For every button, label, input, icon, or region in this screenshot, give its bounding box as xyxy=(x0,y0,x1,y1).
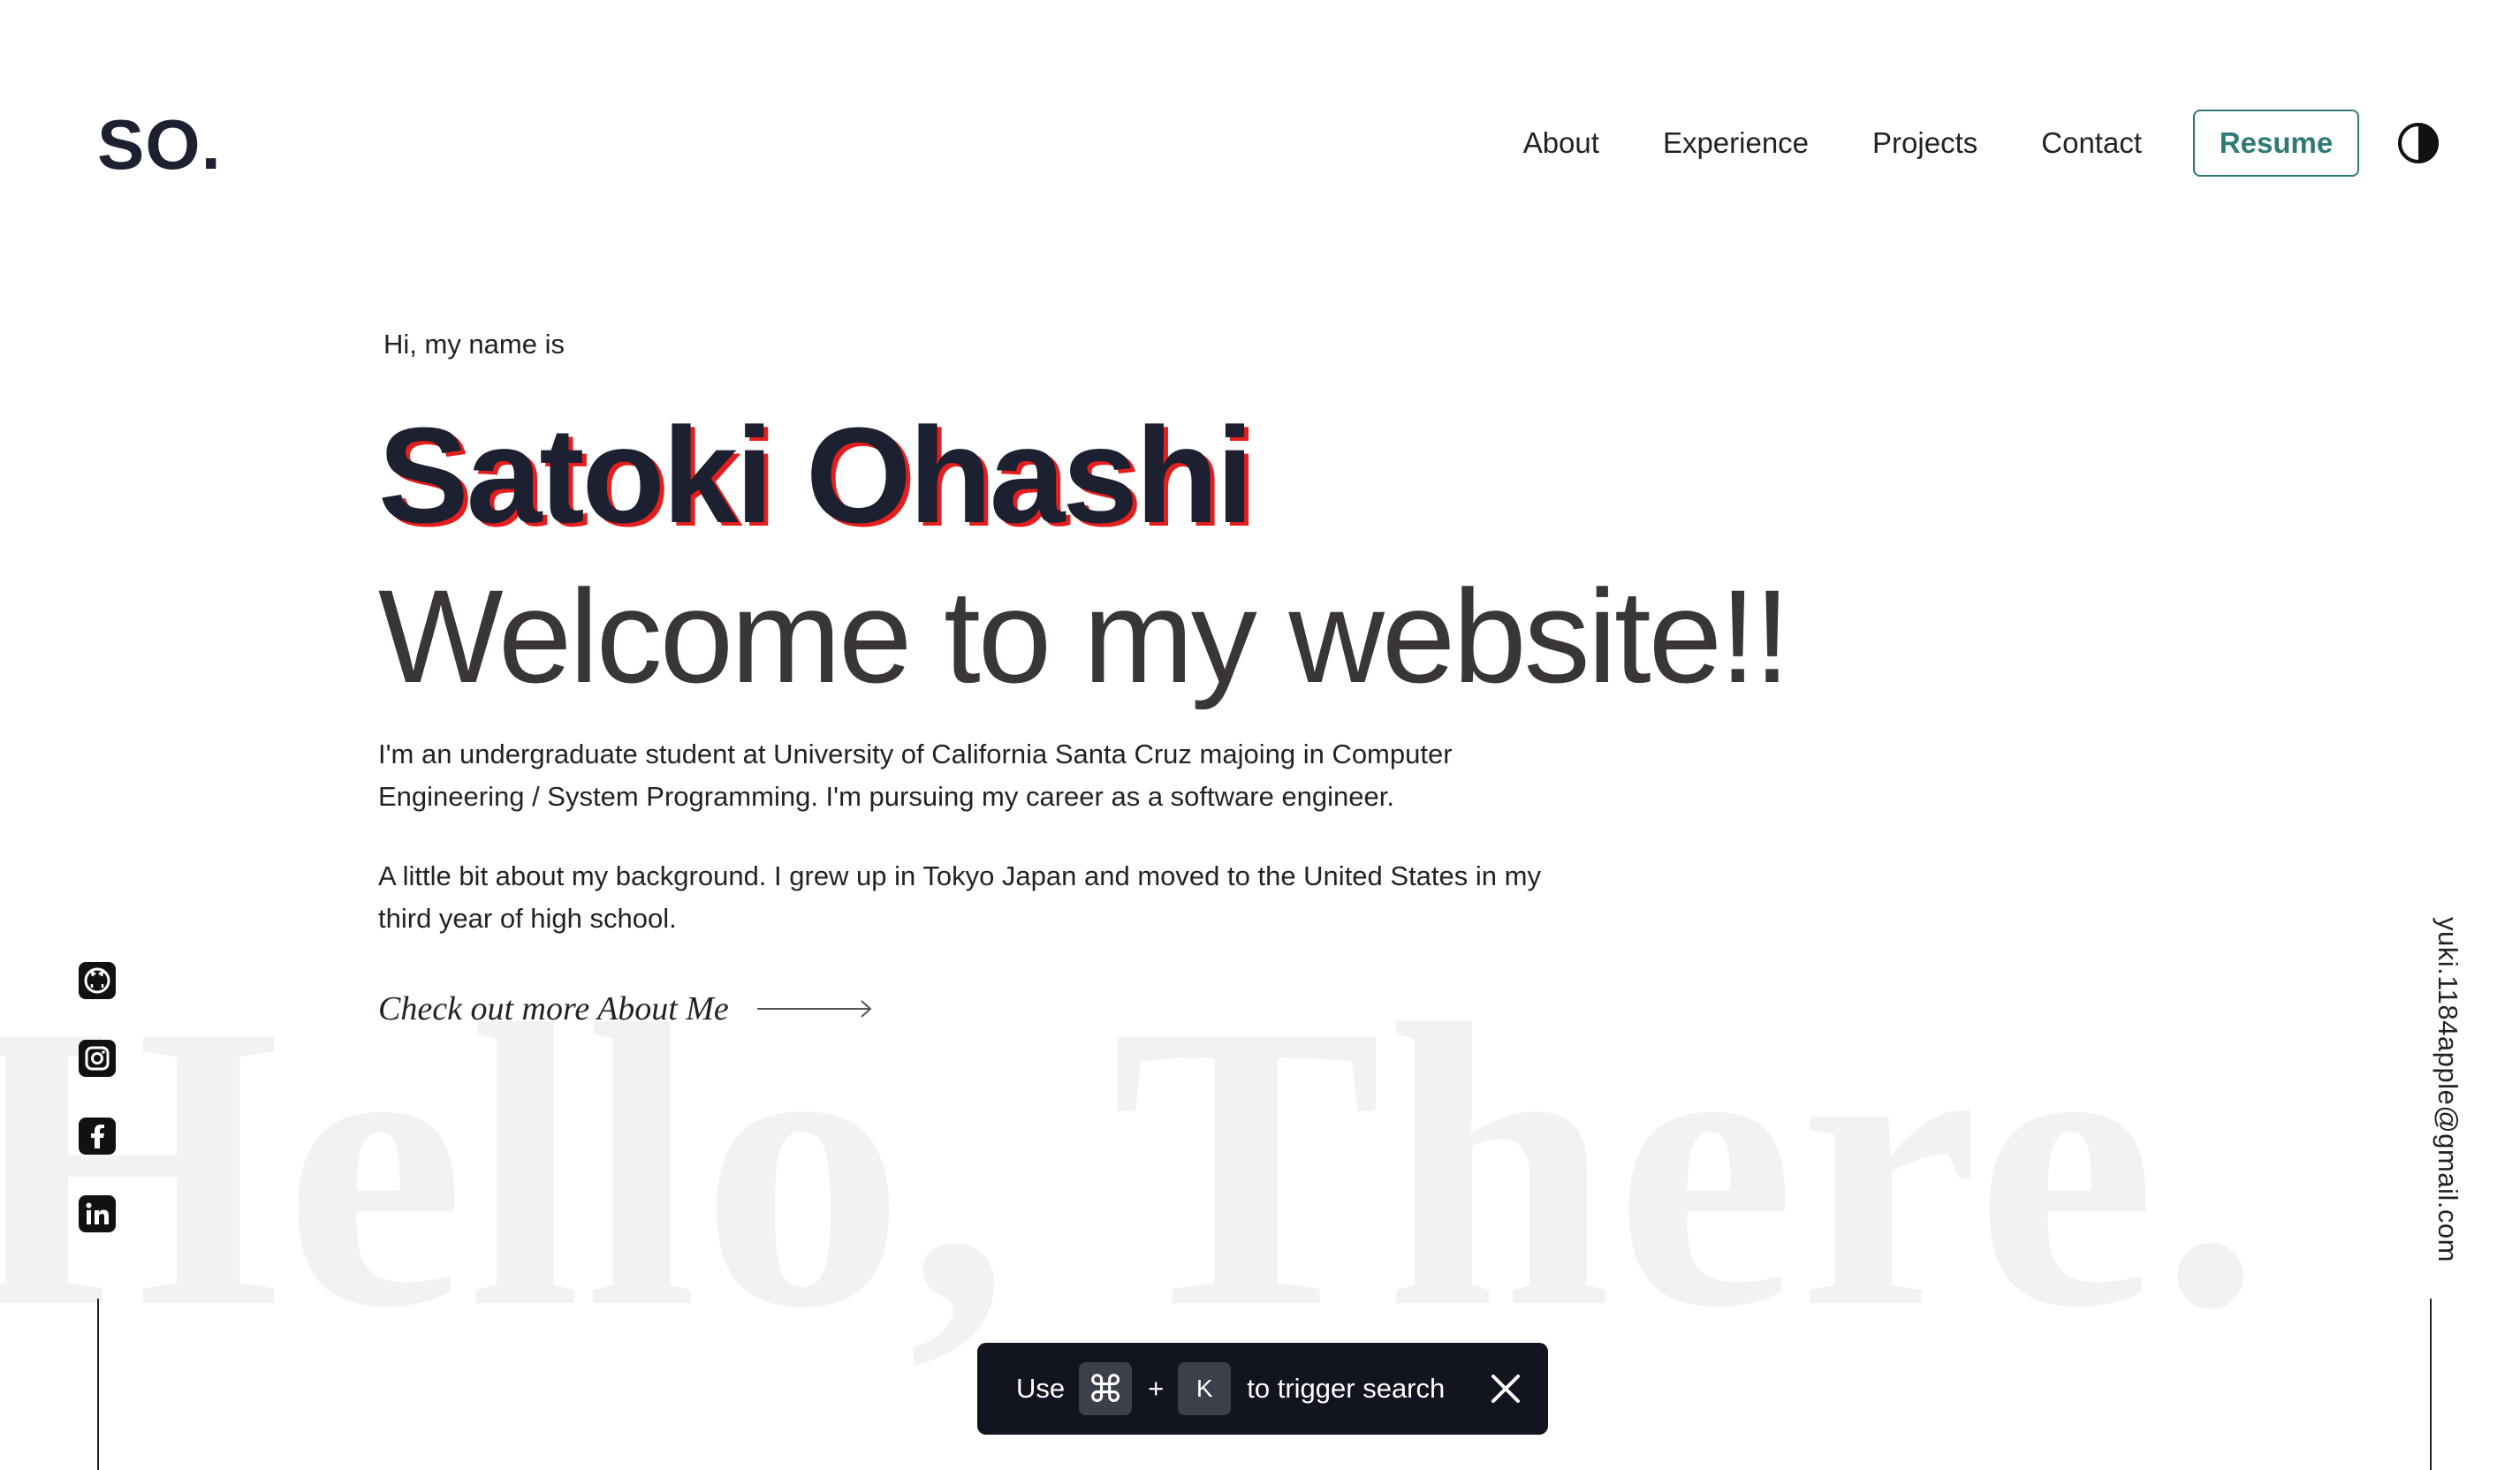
k-key: K xyxy=(1178,1362,1232,1415)
nav-contact[interactable]: Contact xyxy=(2041,108,2142,178)
toast-tail-text: to trigger search xyxy=(1247,1373,1446,1404)
about-me-link[interactable]: Check out more About Me xyxy=(378,989,1788,1028)
bio-paragraph: I'm an undergraduate student at Universi… xyxy=(378,739,1453,812)
welcome-heading: Welcome to my website!! xyxy=(378,562,1790,710)
bio: I'm an undergraduate student at Universi… xyxy=(378,733,1545,940)
email-link[interactable]: yuki.1184apple@gmail.com xyxy=(2432,917,2463,1262)
theme-toggle-icon[interactable] xyxy=(2396,121,2440,165)
site-logo[interactable]: SO. xyxy=(97,106,222,184)
hero-section: Hi, my name is Satoki Ohashi Welcome to … xyxy=(378,327,1790,1028)
toast-plus: + xyxy=(1148,1373,1165,1404)
bio-paragraph: A little bit about my background. I grew… xyxy=(378,860,1541,934)
hero-name: Satoki Ohashi xyxy=(378,399,1254,551)
instagram-icon[interactable] xyxy=(78,1039,117,1078)
toast-use-text: Use xyxy=(1016,1373,1066,1404)
arrow-right-icon xyxy=(756,998,874,1019)
search-hint-toast: Use ⌘ + K to trigger search xyxy=(977,1343,1548,1435)
social-links xyxy=(78,961,117,1272)
facebook-icon[interactable] xyxy=(78,1117,117,1156)
github-icon[interactable] xyxy=(78,961,117,1000)
linkedin-icon[interactable] xyxy=(78,1194,117,1233)
about-me-link-label: Check out more About Me xyxy=(378,990,729,1027)
nav-about[interactable]: About xyxy=(1523,108,1599,178)
nav-projects[interactable]: Projects xyxy=(1872,108,1977,178)
greeting-text: Hi, my name is xyxy=(383,329,565,360)
nav-experience[interactable]: Experience xyxy=(1663,108,1809,178)
command-key-icon: ⌘ xyxy=(1079,1362,1133,1415)
page: Hello, There. SO. About Experience Proje… xyxy=(0,0,2520,1470)
resume-button[interactable]: Resume xyxy=(2193,110,2359,177)
left-divider-line xyxy=(97,1299,99,1470)
main-nav: About Experience Projects Contact Resume xyxy=(1523,108,2440,178)
right-divider-line xyxy=(2430,1299,2432,1470)
close-icon[interactable] xyxy=(1488,1371,1523,1406)
